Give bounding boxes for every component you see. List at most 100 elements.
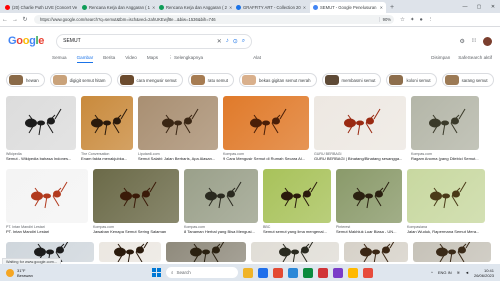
taskbar-app-icon[interactable]: [318, 267, 328, 278]
clear-icon[interactable]: ✕: [217, 38, 222, 45]
safesearch-link[interactable]: SafeSearch aktif: [458, 55, 492, 60]
result-thumbnail[interactable]: [93, 169, 179, 223]
tab-gambar[interactable]: Gambar: [76, 55, 94, 63]
result-thumbnail[interactable]: [336, 169, 402, 223]
result-caption[interactable]: Jalan Wuduk, Rapermana Semut Mera...: [407, 229, 485, 234]
result-caption[interactable]: Jawaban Kenapa Semut Sering Salaman: [93, 229, 179, 234]
image-result[interactable]: Kompas.com 8 Tanaman Herbal yang Bisa Men…: [184, 169, 258, 234]
related-chip[interactable]: ratu semut: [187, 73, 234, 87]
new-tab-button[interactable]: +: [390, 2, 394, 13]
tab-close-icon[interactable]: ✕: [150, 5, 155, 10]
result-caption[interactable]: Ragam Anoma (yang Dilebici Semut...: [411, 156, 479, 161]
result-thumbnail[interactable]: [81, 96, 133, 150]
taskbar-app-icon[interactable]: [243, 267, 253, 278]
google-logo[interactable]: Google: [8, 35, 44, 47]
result-caption[interactable]: Semut - Wikipedia bahasa Indones...: [6, 156, 76, 161]
reload-icon[interactable]: ↻: [20, 16, 30, 23]
related-chip[interactable]: digigit semut hitam: [49, 73, 112, 87]
result-thumbnail[interactable]: [407, 169, 485, 223]
forward-icon[interactable]: →: [10, 17, 20, 23]
image-result[interactable]: [344, 242, 408, 262]
result-thumbnail[interactable]: [413, 242, 491, 262]
image-result[interactable]: The Conversation Enam fakta menakjubka...: [81, 96, 133, 161]
result-thumbnail[interactable]: [223, 96, 309, 150]
image-result[interactable]: Liputan6.com Semut Salabi: Jalan Berbaris…: [138, 96, 218, 161]
image-result[interactable]: GURU BERBAGI GURU BERBAGI | Binatang/Bina…: [314, 96, 406, 161]
result-thumbnail[interactable]: [6, 96, 76, 150]
browser-tab[interactable]: Rencana Kerja dan Anggaran ( 1 ✕: [79, 2, 155, 13]
image-result[interactable]: Pinterest Semut Makhluk Luar Biasa - UN..…: [336, 169, 402, 234]
tab-close-icon[interactable]: ✕: [378, 5, 383, 10]
image-result[interactable]: [99, 242, 161, 262]
browser-tab[interactable]: GRAFFITY ART - Collection 20 ✕: [233, 2, 309, 13]
result-thumbnail[interactable]: [99, 242, 161, 262]
tab-semua[interactable]: Semua: [52, 55, 67, 63]
taskbar-app-icon[interactable]: [333, 267, 343, 278]
tools-button[interactable]: Alat: [253, 55, 261, 63]
result-caption[interactable]: Semut semut yang lima mengenal...: [263, 229, 331, 234]
taskbar-app-icon[interactable]: [303, 267, 313, 278]
clock[interactable]: 10:41 26/06/2023: [474, 268, 494, 278]
browser-tab[interactable]: (20) Charlie Puth LIVE (Concert Ve✕: [2, 2, 78, 13]
related-chip[interactable]: sarang semut: [441, 73, 494, 87]
result-thumbnail[interactable]: [251, 242, 339, 262]
maximize-button[interactable]: ▢: [472, 2, 486, 13]
related-chip[interactable]: cara mengusir semut: [116, 73, 183, 87]
result-caption[interactable]: 9 Cara Mengusir Semut di Rumah Secara Al…: [223, 156, 309, 161]
result-caption[interactable]: Enam fakta menakjubka...: [81, 156, 133, 161]
related-chip[interactable]: koloni semut: [386, 73, 437, 87]
tab-video[interactable]: Video: [125, 55, 137, 63]
tab-maps[interactable]: Maps: [147, 55, 158, 63]
result-caption[interactable]: 8 Tanaman Herbal yang Bisa Mengusi...: [184, 229, 258, 234]
result-caption[interactable]: Semut Makhluk Luar Biasa - UN...: [336, 229, 402, 234]
avatar[interactable]: [483, 36, 492, 46]
result-thumbnail[interactable]: [411, 96, 479, 150]
related-chip[interactable]: hewan: [6, 73, 45, 87]
related-chip[interactable]: membasmi semut: [321, 73, 382, 87]
image-result[interactable]: [251, 242, 339, 262]
taskbar-app-icon[interactable]: [258, 267, 268, 278]
search-box[interactable]: SEMUT ✕ ♪ ⊙ ⌕: [56, 33, 253, 49]
image-result[interactable]: Kompas.com Jawaban Kenapa Semut Sering Sa…: [93, 169, 179, 234]
tab-close-icon[interactable]: ✕: [77, 5, 78, 10]
result-thumbnail[interactable]: [6, 169, 88, 223]
result-caption[interactable]: GURU BERBAGI | Binatang/Binatang sesangg…: [314, 156, 406, 161]
image-result[interactable]: Wikipedia Semut - Wikipedia bahasa Indone…: [6, 96, 76, 161]
search-input[interactable]: SEMUT: [63, 38, 213, 44]
tab-berita[interactable]: Berita: [103, 55, 115, 63]
taskbar-app-icon[interactable]: [273, 267, 283, 278]
language-indicator[interactable]: ENG IN: [438, 270, 452, 275]
mic-icon[interactable]: ♪: [226, 38, 229, 44]
profile-icon[interactable]: ●: [420, 17, 423, 23]
saved-link[interactable]: Disimpan: [431, 55, 450, 60]
windows-start-icon[interactable]: [152, 268, 161, 277]
image-result[interactable]: BBC Semut semut yang lima mengenal...: [263, 169, 331, 234]
image-result[interactable]: Kompas.com 9 Cara Mengusir Semut di Rumah…: [223, 96, 309, 161]
browser-tab[interactable]: Rencana Kerja dan Anggaran ( 2 ✕: [156, 2, 232, 13]
image-result[interactable]: [166, 242, 246, 262]
image-result[interactable]: Kompas.com Ragam Anoma (yang Dilebici Sem…: [411, 96, 479, 161]
close-window-button[interactable]: ✕: [486, 2, 500, 13]
result-thumbnail[interactable]: [166, 242, 246, 262]
result-caption[interactable]: Semut Salabi: Jalan Berbaris, Apa Alasan…: [138, 156, 218, 161]
taskbar-app-icon[interactable]: [363, 267, 373, 278]
taskbar-app-icon[interactable]: [288, 267, 298, 278]
result-thumbnail[interactable]: [138, 96, 218, 150]
browser-menu-icon[interactable]: ⋮: [428, 17, 434, 23]
image-result[interactable]: PT. Intan Mandiri Lestari PT. Intan Mandi…: [6, 169, 88, 234]
back-icon[interactable]: ←: [0, 17, 10, 23]
browser-tab[interactable]: SEMUT - Google Penelusuran ✕: [310, 2, 386, 13]
result-thumbnail[interactable]: [263, 169, 331, 223]
settings-icon[interactable]: ⚙: [459, 38, 464, 45]
search-icon[interactable]: ⌕: [242, 38, 245, 45]
extension-puzzle-icon[interactable]: ✦: [410, 17, 415, 23]
volume-icon[interactable]: ◄: [465, 270, 469, 275]
taskbar-search[interactable]: ⌕ Search: [166, 267, 238, 278]
weather-widget[interactable]: 31°F Berawan: [6, 268, 33, 278]
tab-close-icon[interactable]: ✕: [301, 5, 306, 10]
result-thumbnail[interactable]: [184, 169, 258, 223]
related-chip[interactable]: bekas gigitan semut merah: [238, 73, 317, 87]
taskbar-app-icon[interactable]: [348, 267, 358, 278]
result-caption[interactable]: PT. Intan Mandiri Lestari: [6, 229, 88, 234]
result-thumbnail[interactable]: [344, 242, 408, 262]
